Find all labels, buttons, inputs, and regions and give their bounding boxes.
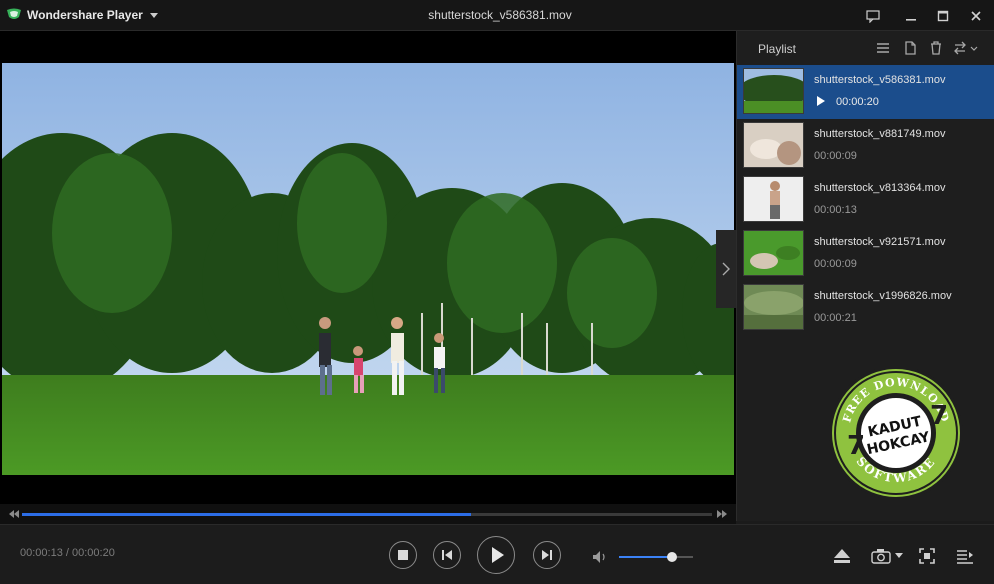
skip-previous-icon [442, 550, 452, 560]
item-title: shutterstock_v881749.mov [814, 128, 946, 140]
volume-icon[interactable] [592, 550, 608, 564]
list-icon[interactable] [875, 40, 891, 56]
fast-forward-icon[interactable] [716, 508, 728, 520]
playlist-item-1[interactable]: shutterstock_v586381.mov 00:00:20 [737, 65, 994, 119]
snapshot-button[interactable] [871, 547, 905, 565]
chevron-down-icon [149, 12, 158, 18]
maximize-icon [937, 10, 949, 22]
playlist-item-3[interactable]: shutterstock_v813364.mov 00:00:13 [737, 173, 994, 227]
rewind-icon[interactable] [8, 508, 20, 520]
item-duration: 00:00:21 [814, 312, 857, 324]
eject-icon [834, 549, 850, 563]
camera-icon [871, 549, 891, 564]
seek-row [0, 504, 736, 524]
video-frame[interactable] [2, 63, 734, 475]
stop-button[interactable] [389, 541, 417, 569]
video-area[interactable] [0, 31, 736, 504]
volume-handle[interactable] [667, 552, 678, 562]
title-bar: Wondershare Player shutterstock_v586381.… [0, 0, 994, 31]
seek-bar[interactable] [22, 513, 712, 516]
playlist-title: Playlist [758, 42, 797, 56]
skip-next-icon [542, 550, 552, 560]
fullscreen-icon [919, 548, 935, 564]
chevron-right-icon [722, 262, 730, 276]
item-duration: 00:00:20 [836, 96, 879, 108]
app-logo-icon [7, 8, 21, 19]
chevron-down-icon [895, 553, 903, 558]
seek-progress [22, 513, 471, 516]
watermark-badge: FREE DOWNLOAD SOFTWARE 7 7 KADUT HOKCAY [829, 366, 963, 500]
item-duration: 00:00:09 [814, 258, 857, 270]
next-button[interactable] [533, 541, 561, 569]
item-title: shutterstock_v1996826.mov [814, 290, 952, 302]
app-name: Wondershare Player [27, 8, 143, 22]
play-icon [491, 547, 504, 563]
collapse-playlist-button[interactable] [716, 230, 736, 308]
playlist-toggle-button[interactable] [956, 547, 974, 565]
playlist-icon [957, 550, 973, 564]
video-thumbnail [743, 176, 804, 222]
playlist-item-2[interactable]: shutterstock_v881749.mov 00:00:09 [737, 119, 994, 173]
eject-button[interactable] [833, 547, 851, 565]
playlist-item-4[interactable]: shutterstock_v921571.mov 00:00:09 [737, 227, 994, 281]
badge-digit-left: 7 [847, 431, 865, 461]
app-menu-button[interactable]: Wondershare Player [6, 6, 158, 24]
badge-digit-right: 7 [930, 401, 948, 431]
video-thumbnail [743, 230, 804, 276]
control-bar: 00:00:13 / 00:00:20 [0, 524, 994, 584]
playlist-header: Playlist [737, 31, 994, 63]
maximize-button[interactable] [934, 7, 952, 25]
now-playing-icon [817, 96, 825, 106]
chat-bubble-icon [866, 9, 880, 23]
minimize-icon [906, 19, 916, 21]
trash-icon[interactable] [928, 40, 944, 56]
time-readout: 00:00:13 / 00:00:20 [20, 547, 115, 559]
window-title: shutterstock_v586381.mov [428, 8, 572, 22]
close-icon [971, 11, 981, 21]
item-duration: 00:00:09 [814, 150, 857, 162]
play-order-icon[interactable] [953, 40, 979, 56]
play-button[interactable] [477, 536, 515, 574]
item-title: shutterstock_v586381.mov [814, 74, 946, 86]
item-title: shutterstock_v921571.mov [814, 236, 946, 248]
feedback-button[interactable] [864, 7, 882, 25]
item-duration: 00:00:13 [814, 204, 857, 216]
video-thumbnail [743, 68, 804, 114]
fullscreen-button[interactable] [919, 547, 937, 565]
playlist-item-5[interactable]: shutterstock_v1996826.mov 00:00:21 [737, 281, 994, 335]
previous-button[interactable] [433, 541, 461, 569]
close-button[interactable] [967, 7, 985, 25]
stop-icon [398, 550, 408, 560]
item-title: shutterstock_v813364.mov [814, 182, 946, 194]
volume-slider[interactable] [619, 552, 693, 562]
add-file-icon[interactable] [902, 40, 918, 56]
video-thumbnail [743, 122, 804, 168]
video-picture [2, 63, 734, 475]
video-thumbnail [743, 284, 804, 330]
minimize-button[interactable] [902, 7, 920, 25]
volume-level [619, 556, 673, 558]
